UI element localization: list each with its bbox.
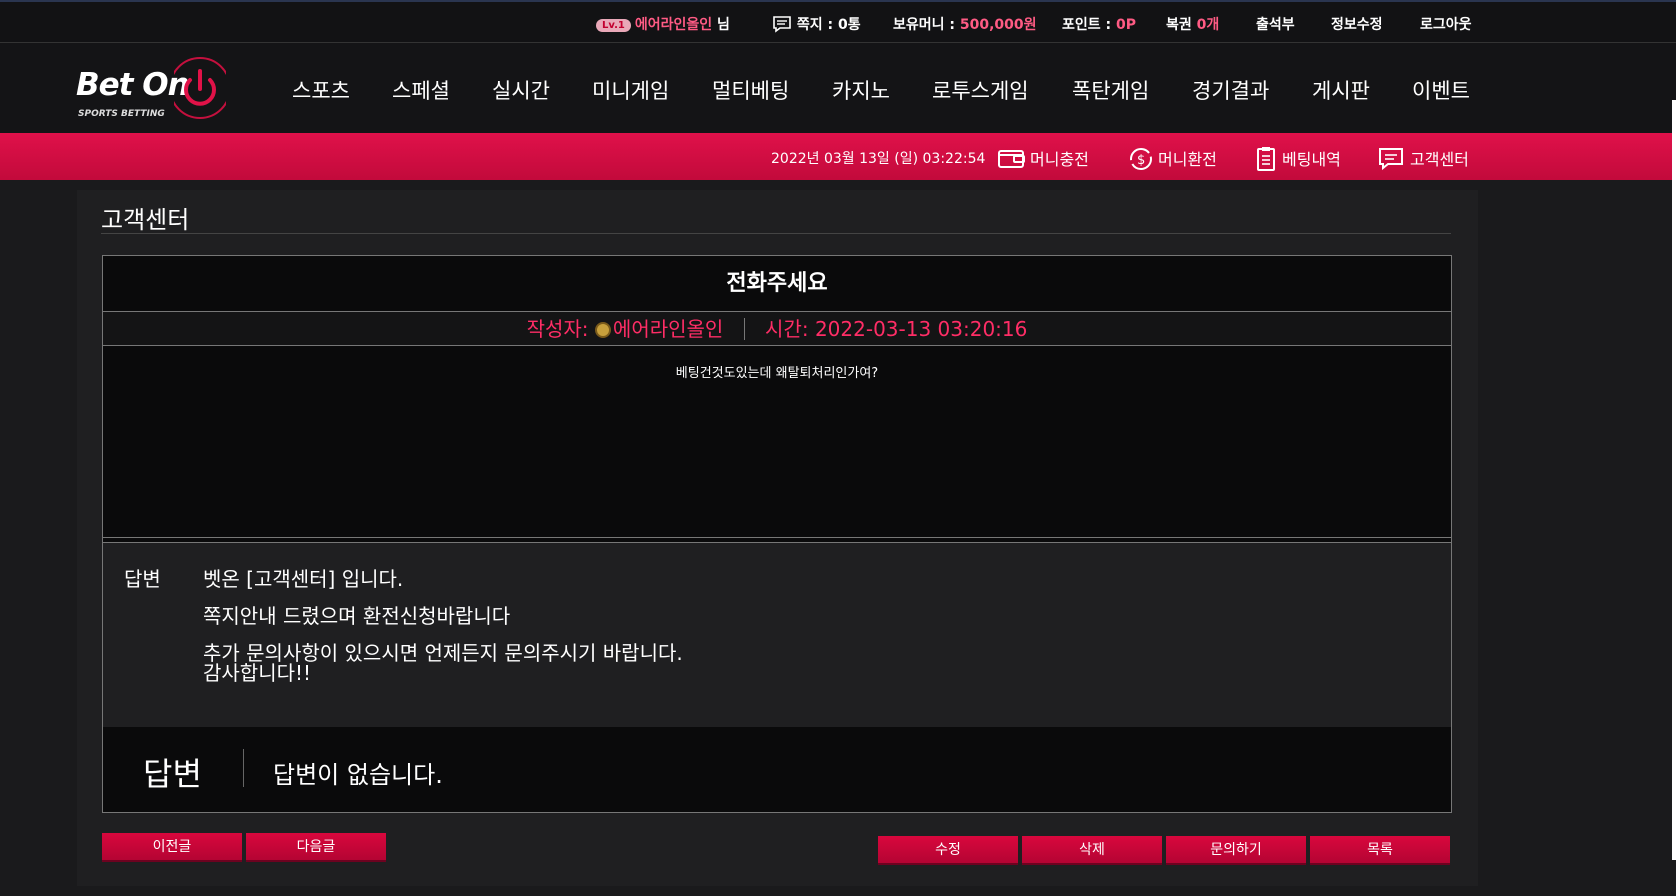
points-label: 포인트 : bbox=[1062, 17, 1112, 33]
logout-link[interactable]: 로그아웃 bbox=[1420, 14, 1472, 34]
page-title: 고객센터 bbox=[101, 206, 190, 234]
list-button[interactable]: 목록 bbox=[1310, 836, 1450, 865]
nav-event[interactable]: 이벤트 bbox=[1412, 75, 1470, 105]
bet-history-link[interactable]: 베팅내역 bbox=[1256, 146, 1341, 172]
logo-text: Bet On bbox=[76, 67, 190, 103]
edit-button[interactable]: 수정 bbox=[878, 836, 1018, 865]
bet-history-label: 베팅내역 bbox=[1282, 150, 1341, 169]
user-suffix: 님 bbox=[717, 17, 730, 33]
lottery-display: 복권 0개 bbox=[1166, 14, 1219, 34]
nav-multi-betting[interactable]: 멀티베팅 bbox=[712, 75, 789, 105]
title-divider bbox=[101, 233, 1451, 234]
nav-lotus-game[interactable]: 로투스게임 bbox=[932, 75, 1029, 105]
nav-casino[interactable]: 카지노 bbox=[832, 75, 890, 105]
points-display: 포인트 : 0P bbox=[1062, 14, 1136, 34]
clipboard-icon bbox=[1257, 147, 1275, 171]
chat-icon bbox=[1379, 148, 1403, 171]
meta-divider bbox=[743, 318, 745, 340]
messages-value: 0통 bbox=[837, 17, 861, 33]
svg-text:$: $ bbox=[1137, 153, 1145, 168]
withdraw-label: 머니환전 bbox=[1158, 150, 1217, 169]
nav-sports[interactable]: 스포츠 bbox=[292, 75, 350, 105]
user-name: 에어라인올인 bbox=[634, 17, 713, 33]
no-answer-section: 답변 답변이 없습니다. bbox=[103, 727, 1451, 807]
top-bar: Lv.1 에어라인올인 님 쪽지 : 0통 보유머니 : 500,000원 포인트… bbox=[0, 0, 1676, 43]
main-header: Bet On SPORTS BETTING 스포츠 스페셜 실시간 미니게임 멀… bbox=[0, 43, 1676, 133]
money-display: 보유머니 : 500,000원 bbox=[893, 14, 1037, 34]
lottery-value: 0개 bbox=[1196, 17, 1220, 33]
post-meta: 작성자: 에어라인올인 시간: 2022-03-13 03:20:16 bbox=[103, 312, 1451, 346]
author-label: 작성자: bbox=[526, 317, 589, 341]
content-panel: 고객센터 전화주세요 작성자: 에어라인올인 시간: 2022-03-13 03… bbox=[77, 190, 1478, 886]
window-edge bbox=[1672, 100, 1676, 860]
answer-line: 벳온 [고객센터] 입니다. bbox=[203, 567, 404, 591]
post-body: 베팅건것도있는데 왜탈퇴처리인가여? bbox=[103, 346, 1451, 538]
nav-live[interactable]: 실시간 bbox=[492, 75, 550, 105]
logo-subtext: SPORTS BETTING bbox=[78, 109, 165, 119]
answer-line: 감사합니다!! bbox=[203, 661, 312, 685]
wallet-icon bbox=[998, 150, 1025, 168]
deposit-label: 머니충전 bbox=[1030, 150, 1089, 169]
power-icon bbox=[174, 57, 226, 119]
time-label: 시간: bbox=[765, 317, 809, 341]
no-answer-label: 답변 bbox=[143, 755, 202, 793]
sub-bar: 2022년 03월 13일 (일) 03:22:54 머니충전 $ 머니환전 베팅… bbox=[0, 133, 1676, 180]
user-info: Lv.1 에어라인올인 님 bbox=[596, 14, 730, 34]
medal-icon bbox=[594, 322, 611, 338]
message-icon bbox=[773, 16, 791, 33]
nav-minigame[interactable]: 미니게임 bbox=[592, 75, 669, 105]
post-title: 전화주세요 bbox=[103, 256, 1451, 312]
money-label: 보유머니 : bbox=[893, 17, 955, 33]
money-value: 500,000원 bbox=[959, 17, 1037, 33]
level-badge: Lv.1 bbox=[596, 19, 631, 32]
author-name: 에어라인올인 bbox=[612, 317, 724, 341]
answer-label: 답변 bbox=[124, 567, 161, 591]
no-answer-text: 답변이 없습니다. bbox=[273, 761, 443, 789]
lottery-label: 복권 bbox=[1166, 17, 1192, 33]
nav-board[interactable]: 게시판 bbox=[1312, 75, 1370, 105]
nav-special[interactable]: 스페셜 bbox=[392, 75, 450, 105]
answer-section: 답변 벳온 [고객센터] 입니다. 쪽지안내 드렸으며 환전신청바랍니다 추가 … bbox=[103, 542, 1451, 727]
support-link[interactable]: 고객센터 bbox=[1378, 146, 1469, 171]
inquire-button[interactable]: 문의하기 bbox=[1166, 836, 1306, 865]
support-label: 고객센터 bbox=[1410, 150, 1469, 169]
answer-line: 쪽지안내 드렸으며 환전신청바랍니다 bbox=[203, 604, 511, 628]
nav-bomb-game[interactable]: 폭탄게임 bbox=[1072, 75, 1149, 105]
messages-link[interactable]: 쪽지 : 0통 bbox=[772, 14, 861, 34]
nav-results[interactable]: 경기결과 bbox=[1192, 75, 1269, 105]
current-datetime: 2022년 03월 13일 (일) 03:22:54 bbox=[771, 151, 986, 167]
post-view: 전화주세요 작성자: 에어라인올인 시간: 2022-03-13 03:20:1… bbox=[102, 255, 1452, 813]
delete-button[interactable]: 삭제 bbox=[1022, 836, 1162, 865]
logo[interactable]: Bet On SPORTS BETTING bbox=[76, 53, 236, 125]
prev-post-button[interactable]: 이전글 bbox=[102, 833, 242, 862]
messages-label: 쪽지 : bbox=[796, 17, 834, 33]
withdraw-link[interactable]: $ 머니환전 bbox=[1128, 146, 1217, 172]
attendance-link[interactable]: 출석부 bbox=[1256, 14, 1295, 34]
time-value: 2022-03-13 03:20:16 bbox=[814, 317, 1028, 341]
points-value: 0P bbox=[1116, 17, 1137, 33]
exchange-icon: $ bbox=[1130, 148, 1152, 170]
next-post-button[interactable]: 다음글 bbox=[246, 833, 386, 862]
deposit-link[interactable]: 머니충전 bbox=[998, 146, 1089, 170]
no-answer-divider bbox=[243, 749, 244, 787]
edit-info-link[interactable]: 정보수정 bbox=[1331, 14, 1383, 34]
